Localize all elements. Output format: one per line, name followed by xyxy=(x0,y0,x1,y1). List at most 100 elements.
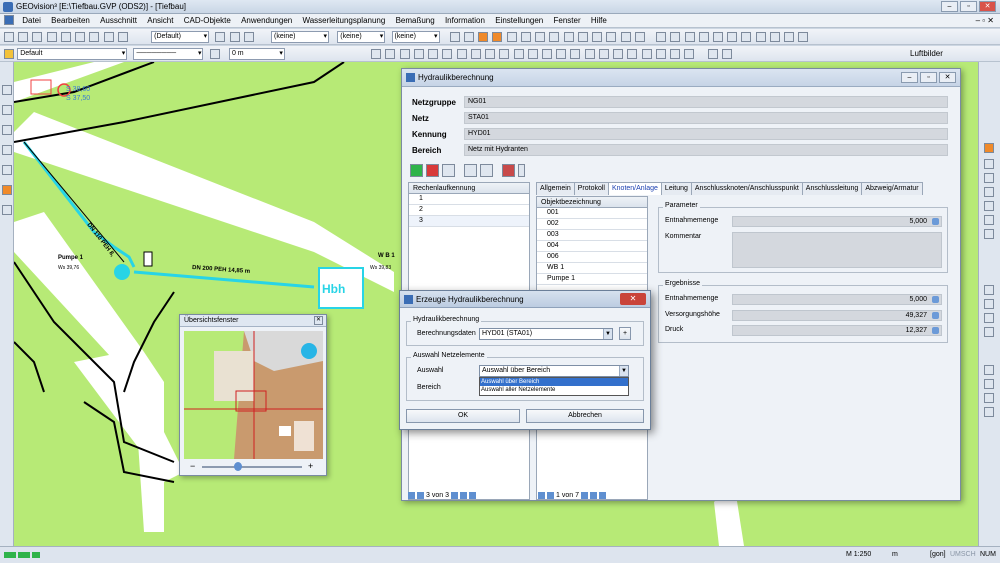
tab-abzweig-armatur[interactable]: Abzweig/Armatur xyxy=(861,182,923,195)
overview-window[interactable]: Übersichtsfenster ✕ − + xyxy=(179,314,327,476)
rotate-icon[interactable] xyxy=(556,49,567,59)
undo-icon[interactable] xyxy=(46,32,57,42)
palette-tool-2-icon[interactable] xyxy=(2,105,12,115)
snap-center-icon[interactable] xyxy=(984,379,994,389)
calc-icon[interactable] xyxy=(502,164,515,177)
offset-icon[interactable] xyxy=(627,49,638,59)
join-icon[interactable] xyxy=(613,49,624,59)
zoom-out-icon[interactable] xyxy=(984,173,994,183)
chamfer-icon[interactable] xyxy=(684,49,695,59)
palette-active-icon[interactable] xyxy=(2,185,12,195)
new-file-icon[interactable] xyxy=(18,32,29,42)
draw-point-icon[interactable] xyxy=(371,49,382,59)
raster-icon[interactable] xyxy=(707,49,718,59)
draw-rect-icon[interactable] xyxy=(442,49,453,59)
snap-perp-icon[interactable] xyxy=(984,327,994,337)
kommentar-field[interactable] xyxy=(732,232,942,268)
delete-icon[interactable] xyxy=(584,49,595,59)
dialog-close-button[interactable]: ✕ xyxy=(620,293,646,305)
hydraulik-maximize-button[interactable]: ▫ xyxy=(920,72,937,83)
menu-anwendungen[interactable]: Anwendungen xyxy=(237,14,296,25)
pencil-icon[interactable] xyxy=(4,32,14,42)
table-icon[interactable] xyxy=(592,32,603,42)
slider-thumb[interactable] xyxy=(234,462,242,471)
tab-anschlussknoten[interactable]: Anschlussknoten/Anschlusspunkt xyxy=(690,182,803,195)
palette-tool-3-icon[interactable] xyxy=(2,125,12,135)
layer-icon[interactable] xyxy=(117,32,128,42)
overview-close-icon[interactable]: ✕ xyxy=(314,316,323,325)
tool-j-icon[interactable] xyxy=(784,32,795,42)
zoom-all-icon[interactable] xyxy=(984,187,994,197)
print-icon[interactable] xyxy=(75,32,86,42)
zoom-in-sign[interactable]: + xyxy=(308,461,313,471)
tool-k-icon[interactable] xyxy=(798,32,809,42)
snap-quad-icon[interactable] xyxy=(984,407,994,417)
overview-titlebar[interactable]: Übersichtsfenster ✕ xyxy=(180,315,326,327)
link-icon[interactable] xyxy=(480,164,493,177)
prev-record-icon[interactable] xyxy=(417,491,424,499)
open-file-icon[interactable] xyxy=(32,32,43,42)
select-icon[interactable] xyxy=(478,32,489,42)
tool-e-icon[interactable] xyxy=(712,32,723,42)
prev-object-icon[interactable] xyxy=(547,491,554,499)
last-record-icon[interactable] xyxy=(459,491,467,499)
mirror-icon[interactable] xyxy=(570,49,581,59)
pan-view-icon[interactable] xyxy=(984,215,994,225)
overview-map[interactable] xyxy=(184,331,323,459)
grid-icon[interactable] xyxy=(463,32,474,42)
redraw-icon[interactable] xyxy=(984,229,994,239)
palette-tool-1-icon[interactable] xyxy=(2,85,12,95)
style-combo[interactable]: (Default) xyxy=(151,31,210,43)
erzeuge-dialog[interactable]: Erzeuge Hydraulikberechnung ✕ Hydraulikb… xyxy=(399,290,651,430)
zoom-in-icon[interactable] xyxy=(984,159,994,169)
palette-tool-4-icon[interactable] xyxy=(2,145,12,155)
snap-int-icon[interactable] xyxy=(984,313,994,323)
table-row[interactable]: 3 xyxy=(409,216,529,227)
snap-mid-icon[interactable] xyxy=(984,299,994,309)
draw-hatch-icon[interactable] xyxy=(499,49,510,59)
berechnungsdaten-select[interactable]: HYD01 (STA01) ▼ xyxy=(479,328,613,340)
maximize-button[interactable]: ▫ xyxy=(960,1,977,12)
menu-bemassung[interactable]: Bemaßung xyxy=(392,14,439,25)
paste-icon[interactable] xyxy=(103,32,114,42)
hydraulik-close-button[interactable]: ✕ xyxy=(939,72,956,83)
auswahl-select[interactable]: Auswahl über Bereich ▼ xyxy=(479,365,629,377)
table-row[interactable]: 1 xyxy=(409,194,529,205)
slider-track[interactable] xyxy=(202,466,302,468)
tab-protokoll[interactable]: Protokoll xyxy=(573,182,609,195)
rechenlauf-header[interactable]: Rechenlaufkennung xyxy=(409,183,529,194)
menu-wasserleitungsplanung[interactable]: Wasserleitungsplanung xyxy=(298,14,389,25)
hydraulik-window[interactable]: Hydraulikberechnung – ▫ ✕ Netzgruppe NG0… xyxy=(401,68,961,501)
app-menu-icon[interactable] xyxy=(4,15,14,25)
menu-cad-objekte[interactable]: CAD-Objekte xyxy=(180,14,235,25)
fillet-icon[interactable] xyxy=(670,49,681,59)
table-row[interactable]: 006 xyxy=(537,252,647,263)
snap-end-icon[interactable] xyxy=(984,285,994,295)
minimize-button[interactable]: – xyxy=(941,1,958,12)
split-icon[interactable] xyxy=(598,49,609,59)
menu-information[interactable]: Information xyxy=(441,14,489,25)
measure-combo[interactable]: 0 m xyxy=(228,48,285,60)
right-record-nav[interactable]: 1 von 7 xyxy=(538,489,606,501)
mdi-window-buttons[interactable]: – ▫ ✕ xyxy=(976,16,994,25)
chevron-down-icon[interactable]: ▼ xyxy=(603,329,612,339)
tool-f-icon[interactable] xyxy=(727,32,738,42)
tool-d-icon[interactable] xyxy=(698,32,709,42)
hydraulik-minimize-button[interactable]: – xyxy=(901,72,918,83)
linestyle-combo[interactable]: (keine) xyxy=(337,31,386,43)
tool-h-icon[interactable] xyxy=(755,32,766,42)
calc-dropdown-icon[interactable] xyxy=(518,164,525,177)
snap-icon[interactable] xyxy=(449,32,460,42)
height-icon[interactable] xyxy=(209,49,220,59)
add-icon[interactable] xyxy=(410,164,423,177)
auswahl-dropdown-list[interactable]: Auswahl über Bereich Auswahl aller Netze… xyxy=(479,377,629,396)
draw-line-icon[interactable] xyxy=(385,49,396,59)
tool-b-icon[interactable] xyxy=(670,32,681,42)
draw-text-icon[interactable] xyxy=(470,49,481,59)
tool-i-icon[interactable] xyxy=(769,32,780,42)
overview-zoom-slider[interactable]: − + xyxy=(190,461,318,472)
line-combo[interactable]: ──────── xyxy=(133,48,204,60)
palette-tool-5-icon[interactable] xyxy=(2,165,12,175)
import-icon[interactable] xyxy=(620,32,631,42)
first-object-icon[interactable] xyxy=(538,491,545,499)
